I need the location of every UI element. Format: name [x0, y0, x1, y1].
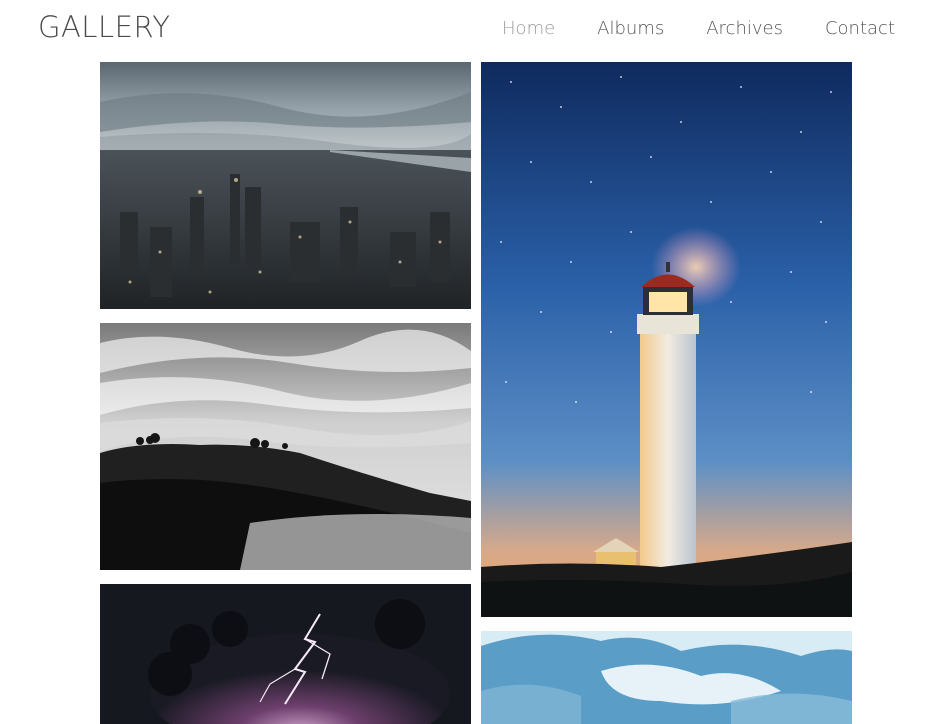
photo-lighthouse[interactable] [481, 62, 852, 617]
lighthouse-image [481, 62, 852, 617]
site-logo[interactable]: GALLERY [38, 10, 170, 44]
nav-link-archives[interactable]: Archives [706, 18, 783, 39]
storm-image [100, 584, 471, 724]
photo-sea-of-clouds[interactable] [100, 323, 471, 570]
nav-link-home[interactable]: Home [502, 18, 555, 39]
photo-blue-sky-clouds[interactable] [481, 631, 852, 724]
site-header: GALLERY Home Albums Archives Contact [0, 0, 952, 56]
fog-image [100, 323, 471, 570]
nav-link-albums[interactable]: Albums [597, 18, 664, 39]
photo-lightning-storm[interactable] [100, 584, 471, 724]
nav-link-contact[interactable]: Contact [825, 18, 895, 39]
photo-city-skyline[interactable] [100, 62, 471, 309]
city-image [100, 62, 471, 309]
sky-image [481, 631, 852, 724]
main-nav: Home Albums Archives Contact [460, 18, 895, 39]
